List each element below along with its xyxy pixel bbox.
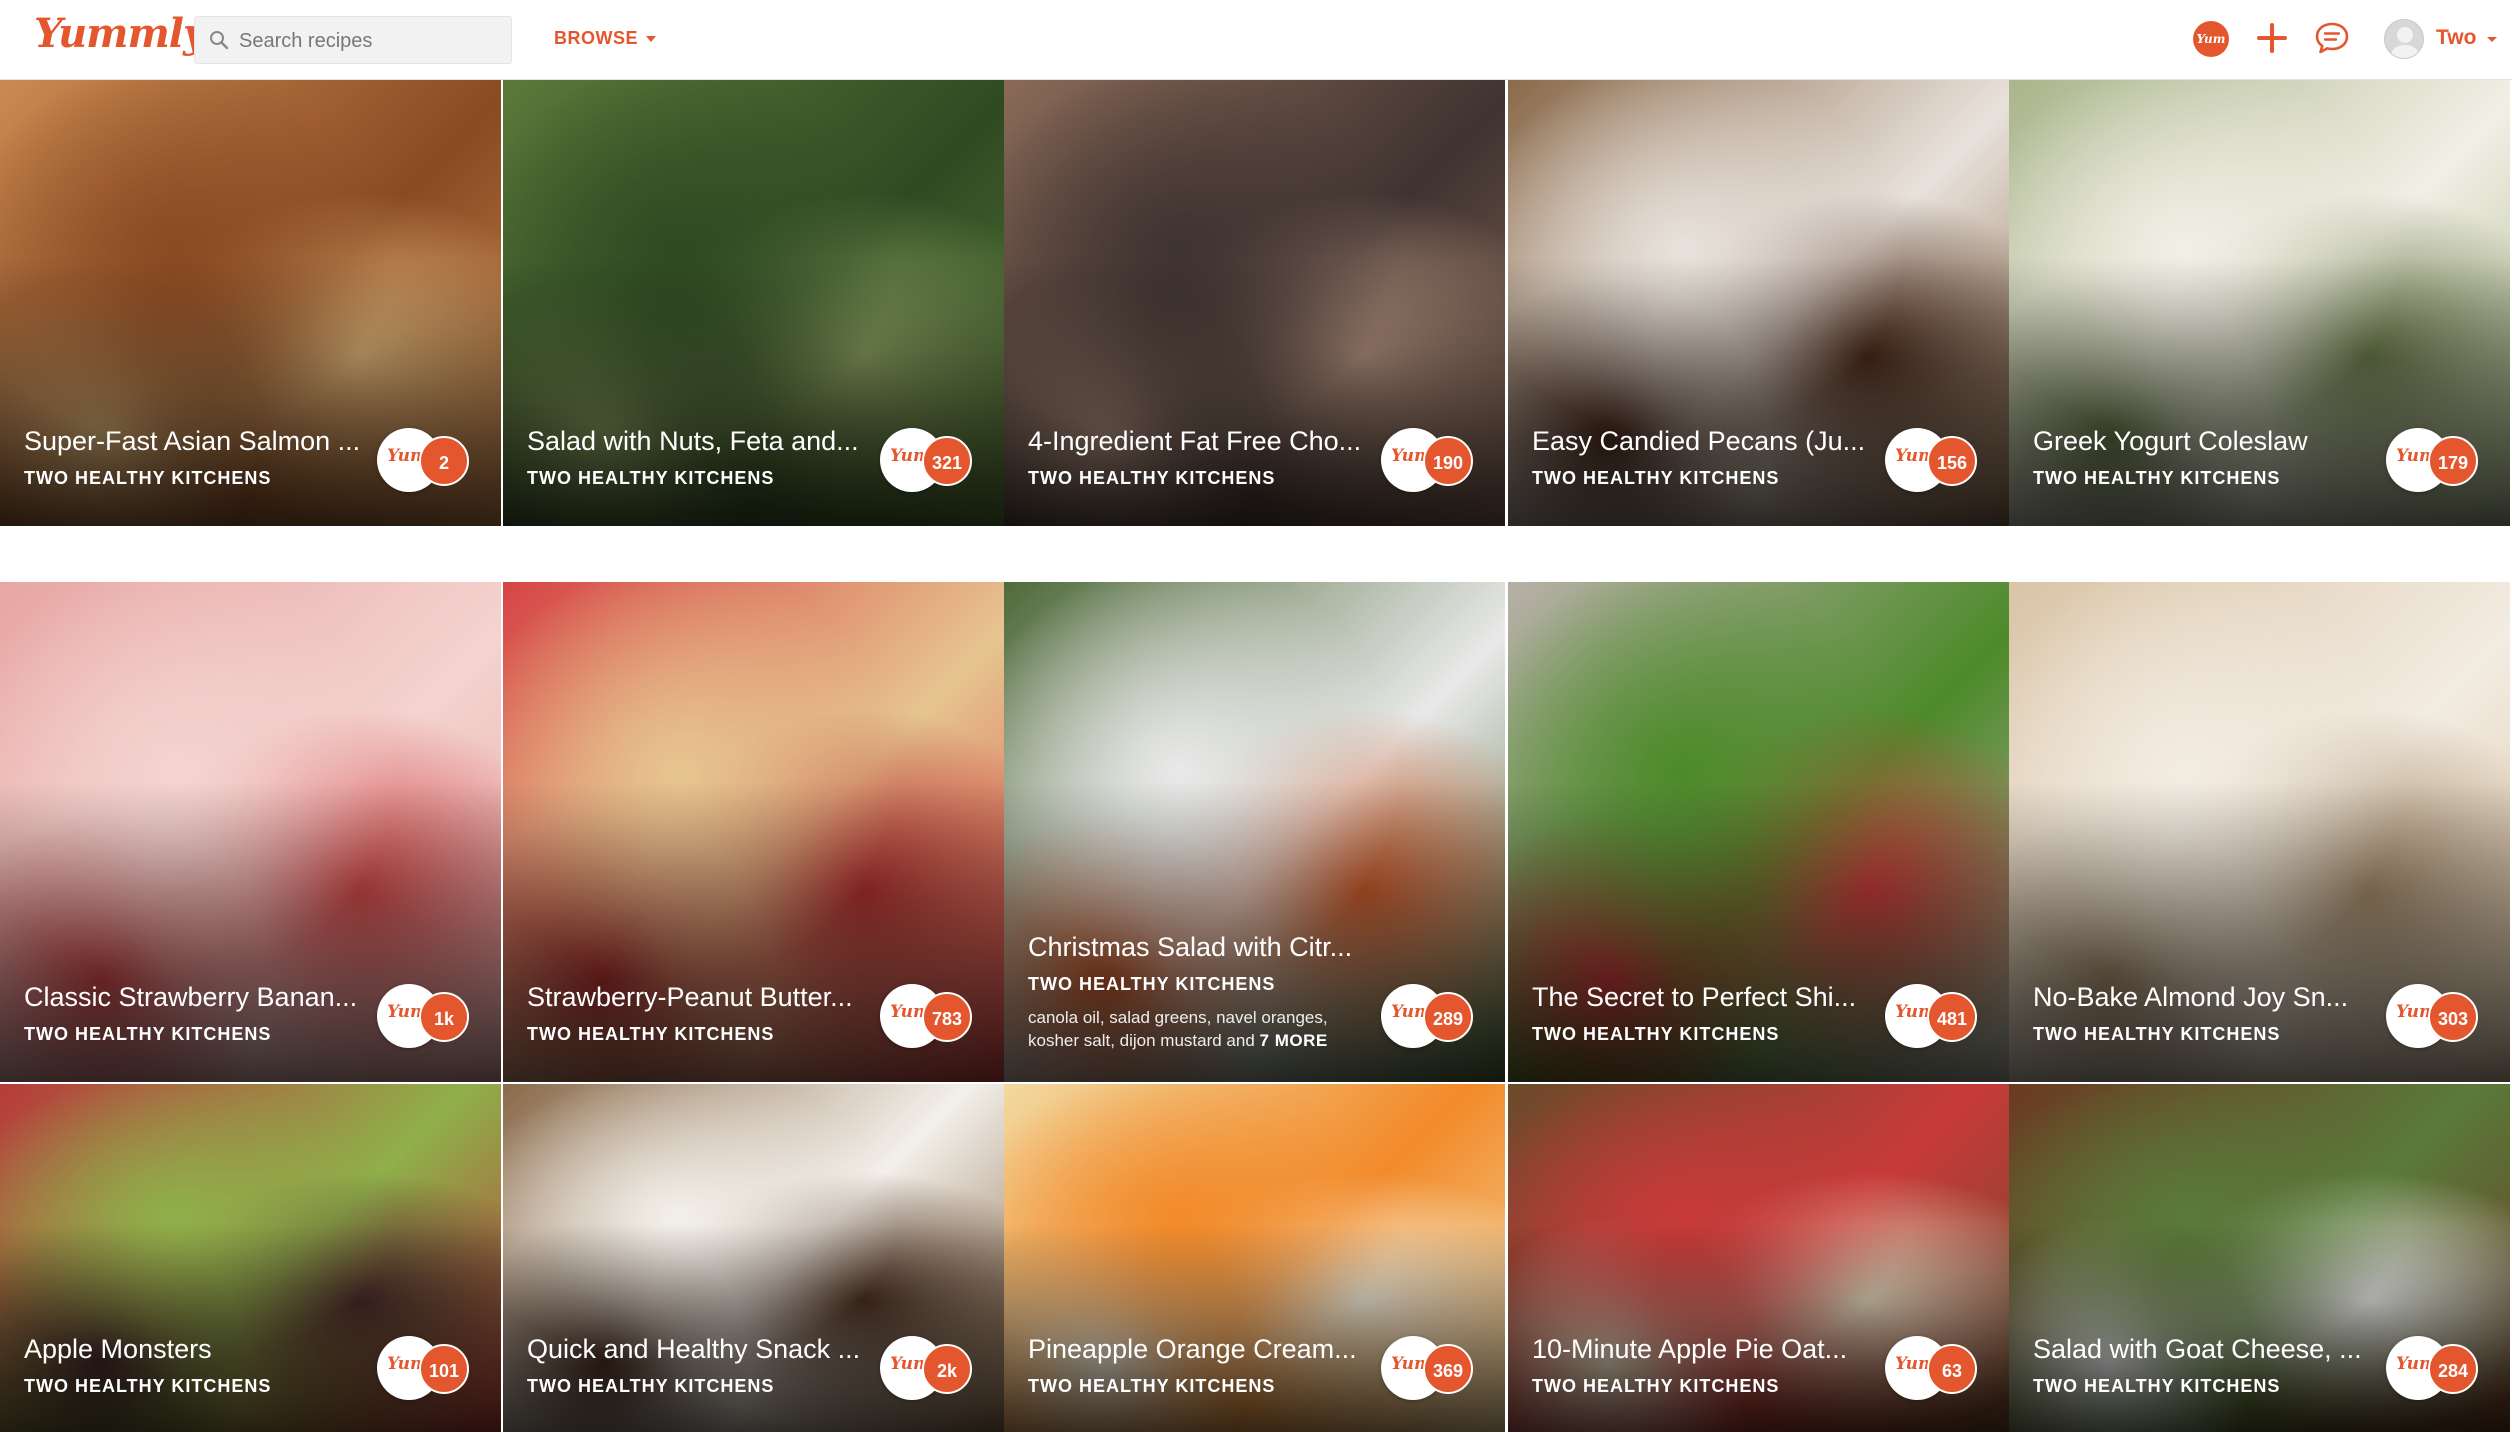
recipe-card[interactable]: Christmas Salad with Citr... TWO HEALTHY …	[1004, 582, 1505, 1082]
yum-count-badge[interactable]: 190	[1423, 436, 1473, 486]
yum-count-badge[interactable]: 179	[2428, 436, 2478, 486]
recipe-title[interactable]: Classic Strawberry Banan...	[24, 982, 366, 1013]
browse-menu-button[interactable]: BROWSE	[554, 28, 656, 49]
recipe-title[interactable]: Greek Yogurt Coleslaw	[2033, 426, 2375, 457]
recipe-title[interactable]: The Secret to Perfect Shi...	[1532, 982, 1874, 1013]
yum-count-badge[interactable]: 321	[922, 436, 972, 486]
avatar-icon[interactable]	[2384, 19, 2424, 59]
yum-count-badge[interactable]: 101	[419, 1344, 469, 1394]
recipe-ingredients: canola oil, salad greens, navel oranges,…	[1028, 1006, 1378, 1052]
photo-overlay	[0, 1224, 501, 1432]
recipe-source[interactable]: TWO HEALTHY KITCHENS	[527, 1376, 774, 1397]
recipe-card[interactable]: 10-Minute Apple Pie Oat... TWO HEALTHY KI…	[1508, 1084, 2009, 1432]
recipe-title[interactable]: Salad with Nuts, Feta and...	[527, 426, 869, 457]
recipe-card[interactable]: Salad with Goat Cheese, ... TWO HEALTHY K…	[2009, 1084, 2510, 1432]
yum-count-badge[interactable]: 289	[1423, 992, 1473, 1042]
recipe-source[interactable]: TWO HEALTHY KITCHENS	[24, 1376, 271, 1397]
logo-text[interactable]: Yummly	[34, 10, 206, 57]
yum-count-badge[interactable]: 2	[419, 436, 469, 486]
recipe-source[interactable]: TWO HEALTHY KITCHENS	[1028, 974, 1275, 995]
browse-label[interactable]: BROWSE	[554, 28, 638, 48]
yum-count-badge[interactable]: 303	[2428, 992, 2478, 1042]
recipe-title[interactable]: Apple Monsters	[24, 1334, 366, 1365]
recipe-card[interactable]: Super-Fast Asian Salmon ... TWO HEALTHY K…	[0, 80, 501, 526]
recipe-card[interactable]: Salad with Nuts, Feta and... TWO HEALTHY …	[503, 80, 1004, 526]
username-label[interactable]: Two	[2436, 26, 2476, 50]
chevron-down-icon	[646, 36, 656, 43]
yum-count-badge[interactable]: 2k	[922, 1344, 972, 1394]
search-box[interactable]	[194, 16, 512, 65]
recipe-grid: Super-Fast Asian Salmon ... TWO HEALTHY K…	[0, 80, 2512, 1432]
photo-overlay	[1508, 1224, 2009, 1432]
yum-count-badge[interactable]: 783	[922, 992, 972, 1042]
top-nav-bar: YummlyTM BROWSE Yum Two	[0, 0, 2512, 80]
yum-count-badge[interactable]: 369	[1423, 1344, 1473, 1394]
plus-icon[interactable]	[2254, 20, 2290, 56]
chevron-down-icon[interactable]	[2486, 36, 2498, 44]
recipe-source[interactable]: TWO HEALTHY KITCHENS	[1532, 1024, 1779, 1045]
recipe-source[interactable]: TWO HEALTHY KITCHENS	[1532, 1376, 1779, 1397]
yum-count-badge[interactable]: 156	[1927, 436, 1977, 486]
recipe-title[interactable]: Super-Fast Asian Salmon ...	[24, 426, 366, 457]
recipe-source[interactable]: TWO HEALTHY KITCHENS	[1028, 468, 1275, 489]
yum-count-badge[interactable]: 63	[1927, 1344, 1977, 1394]
recipe-source[interactable]: TWO HEALTHY KITCHENS	[2033, 1024, 2280, 1045]
recipe-title[interactable]: Salad with Goat Cheese, ...	[2033, 1334, 2375, 1365]
recipe-title[interactable]: Easy Candied Pecans (Ju...	[1532, 426, 1874, 457]
yum-badge-button[interactable]: Yum	[2193, 21, 2229, 57]
recipe-title[interactable]: 10-Minute Apple Pie Oat...	[1532, 1334, 1874, 1365]
recipe-card[interactable]: No-Bake Almond Joy Sn... TWO HEALTHY KITC…	[2009, 582, 2510, 1082]
recipe-source[interactable]: TWO HEALTHY KITCHENS	[1028, 1376, 1275, 1397]
recipe-title[interactable]: 4-Ingredient Fat Free Cho...	[1028, 426, 1370, 457]
photo-overlay	[2009, 1224, 2510, 1432]
yum-count-badge[interactable]: 284	[2428, 1344, 2478, 1394]
recipe-source[interactable]: TWO HEALTHY KITCHENS	[24, 468, 271, 489]
recipe-title[interactable]: Strawberry-Peanut Butter...	[527, 982, 869, 1013]
recipe-source[interactable]: TWO HEALTHY KITCHENS	[2033, 1376, 2280, 1397]
recipe-source[interactable]: TWO HEALTHY KITCHENS	[1532, 468, 1779, 489]
recipe-source[interactable]: TWO HEALTHY KITCHENS	[2033, 468, 2280, 489]
recipe-title[interactable]: Pineapple Orange Cream...	[1028, 1334, 1370, 1365]
recipe-card[interactable]: 4-Ingredient Fat Free Cho... TWO HEALTHY …	[1004, 80, 1505, 526]
recipe-source[interactable]: TWO HEALTHY KITCHENS	[24, 1024, 271, 1045]
recipe-card[interactable]: Classic Strawberry Banan... TWO HEALTHY K…	[0, 582, 501, 1082]
photo-overlay	[503, 1224, 1004, 1432]
yum-count-badge[interactable]: 481	[1927, 992, 1977, 1042]
recipe-title[interactable]: No-Bake Almond Joy Sn...	[2033, 982, 2375, 1013]
recipe-card[interactable]: Easy Candied Pecans (Ju... TWO HEALTHY KI…	[1508, 80, 2009, 526]
chat-icon[interactable]	[2314, 20, 2350, 56]
recipe-card[interactable]: Greek Yogurt Coleslaw TWO HEALTHY KITCHEN…	[2009, 80, 2510, 526]
yum-count-badge[interactable]: 1k	[419, 992, 469, 1042]
recipe-title[interactable]: Christmas Salad with Citr...	[1028, 932, 1370, 963]
recipe-card[interactable]: Strawberry-Peanut Butter... TWO HEALTHY K…	[503, 582, 1004, 1082]
photo-overlay	[1004, 1224, 1505, 1432]
search-icon	[210, 31, 229, 50]
recipe-source[interactable]: TWO HEALTHY KITCHENS	[527, 1024, 774, 1045]
recipe-card[interactable]: The Secret to Perfect Shi... TWO HEALTHY …	[1508, 582, 2009, 1082]
search-input[interactable]	[237, 17, 501, 65]
more-ingredients-link[interactable]: 7 MORE	[1260, 1031, 1328, 1050]
recipe-card[interactable]: Quick and Healthy Snack ... TWO HEALTHY K…	[503, 1084, 1004, 1432]
recipe-title[interactable]: Quick and Healthy Snack ...	[527, 1334, 869, 1365]
recipe-source[interactable]: TWO HEALTHY KITCHENS	[527, 468, 774, 489]
recipe-card[interactable]: Pineapple Orange Cream... TWO HEALTHY KIT…	[1004, 1084, 1505, 1432]
recipe-card[interactable]: Apple Monsters TWO HEALTHY KITCHENS Yum 101	[0, 1084, 501, 1432]
